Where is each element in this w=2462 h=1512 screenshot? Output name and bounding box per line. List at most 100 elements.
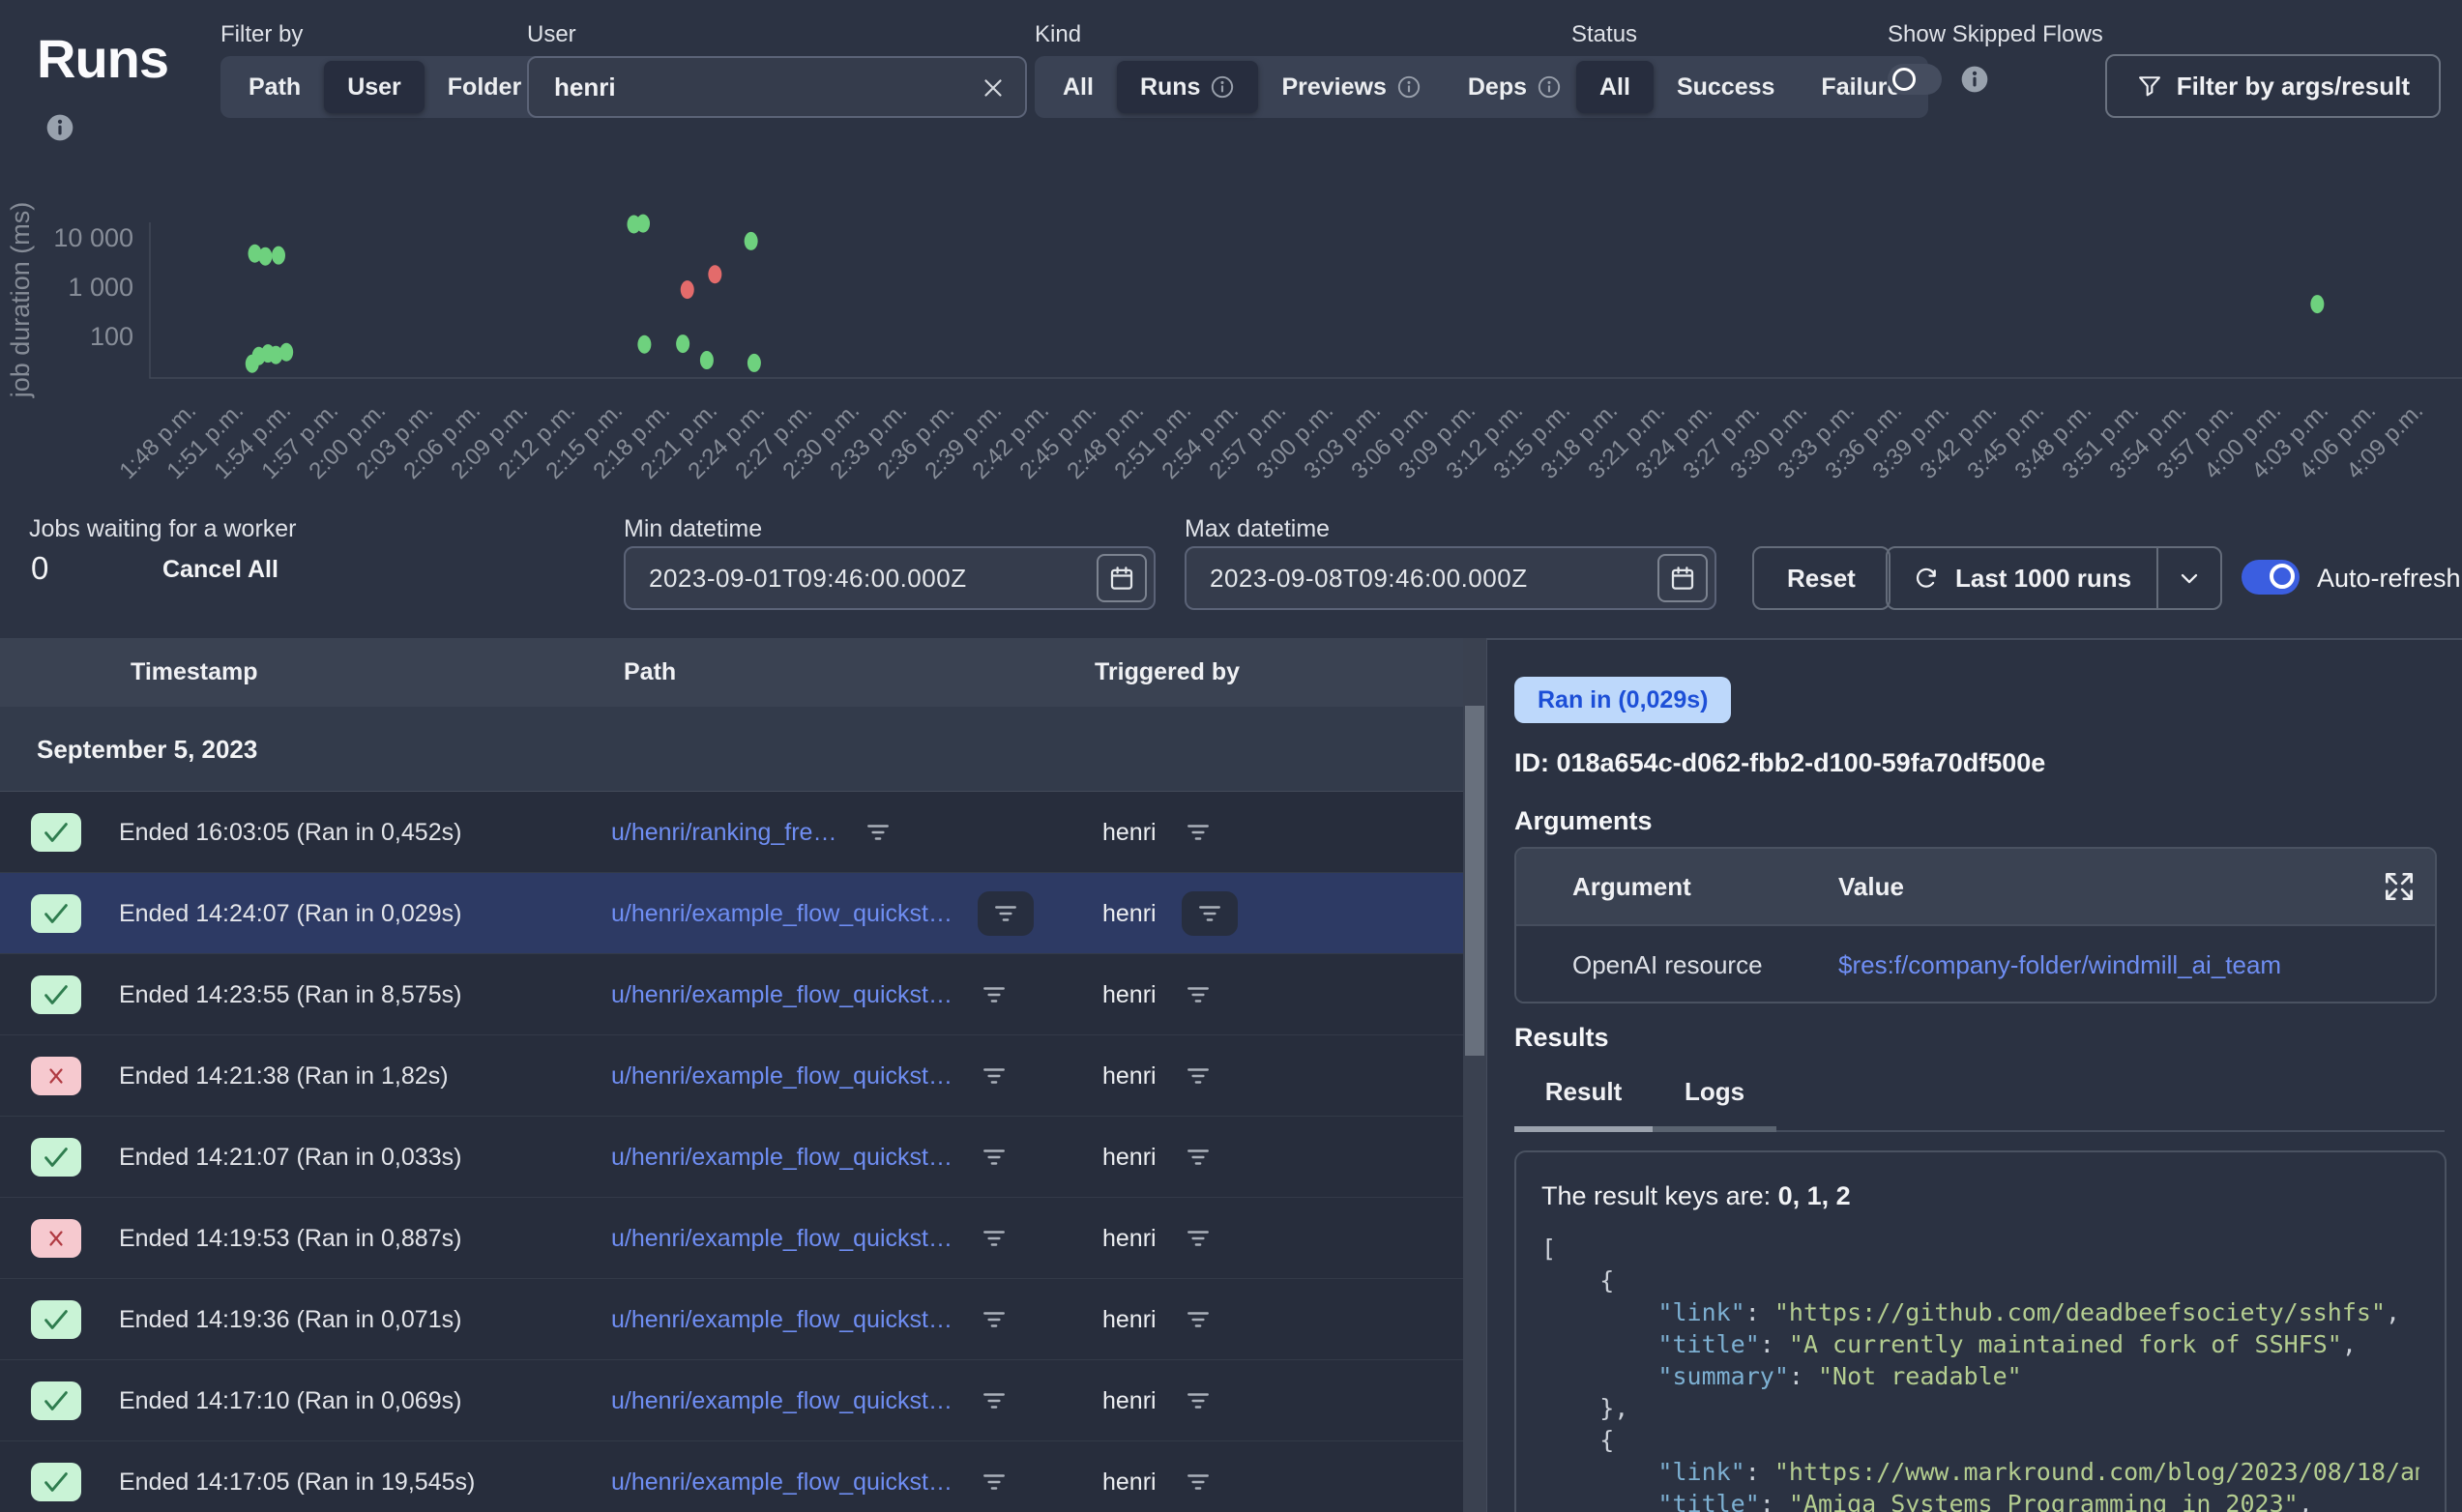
user-label: User xyxy=(527,21,576,48)
filter-by-user-icon[interactable] xyxy=(1182,1224,1215,1253)
calendar-icon[interactable] xyxy=(1097,554,1147,602)
main-area: Timestamp Path Triggered by September 5,… xyxy=(0,638,2462,1512)
table-row[interactable]: Ended 14:21:07 (Ran in 0,033s)u/henri/ex… xyxy=(0,1117,1463,1198)
run-path-link[interactable]: u/henri/example_flow_quickst… xyxy=(611,1225,953,1253)
filter-by-path-icon[interactable] xyxy=(978,1061,1011,1090)
filter-by-path-icon[interactable] xyxy=(978,1386,1011,1415)
tab-result[interactable]: Result xyxy=(1514,1069,1653,1132)
filter-by-path-icon[interactable] xyxy=(978,1305,1011,1334)
kind-deps[interactable]: Deps xyxy=(1445,61,1585,113)
info-icon[interactable] xyxy=(44,112,75,143)
reset-button[interactable]: Reset xyxy=(1752,546,1890,610)
success-icon xyxy=(31,1381,81,1420)
run-path-link[interactable]: u/henri/example_flow_quickst… xyxy=(611,900,953,928)
clear-user-icon[interactable] xyxy=(979,73,1008,102)
kind-all[interactable]: All xyxy=(1040,61,1117,113)
arguments-title: Arguments xyxy=(1514,806,1653,836)
run-path-link[interactable]: u/henri/example_flow_quickst… xyxy=(611,1144,953,1172)
run-id: ID: 018a654c-d062-fbb2-d100-59fa70df500e xyxy=(1514,748,2045,778)
expand-icon[interactable] xyxy=(2381,868,2418,905)
min-datetime-input[interactable]: 2023-09-01T09:46:00.000Z xyxy=(624,546,1156,610)
run-user: henri xyxy=(1102,1144,1157,1172)
controls-row: Jobs waiting for a worker 0 Cancel All M… xyxy=(0,498,2462,638)
success-icon xyxy=(31,813,81,852)
kind-runs[interactable]: Runs xyxy=(1117,61,1259,113)
info-icon[interactable] xyxy=(1396,74,1422,100)
run-timestamp: Ended 14:17:10 (Ran in 0,069s) xyxy=(119,1360,461,1441)
run-user: henri xyxy=(1102,981,1157,1009)
table-row[interactable]: Ended 14:24:07 (Ran in 0,029s)u/henri/ex… xyxy=(0,873,1463,954)
user-filter-value: henri xyxy=(529,73,616,102)
filter-by-path-icon[interactable] xyxy=(978,1468,1011,1497)
filter-by-label: Filter by xyxy=(220,21,303,48)
table-row[interactable]: Ended 14:17:10 (Ran in 0,069s) u/henri/ex… xyxy=(0,1360,1463,1441)
info-icon[interactable] xyxy=(1537,74,1562,100)
status-all[interactable]: All xyxy=(1576,61,1654,113)
run-path-link[interactable]: u/henri/ranking_fre… xyxy=(611,819,836,847)
last-runs-button[interactable]: Last 1000 runs xyxy=(1888,548,2156,608)
failure-point xyxy=(708,265,721,283)
filter-by-path[interactable]: Path xyxy=(225,61,324,113)
kind-previews[interactable]: Previews xyxy=(1258,61,1444,113)
run-path-link[interactable]: u/henri/example_flow_quickst… xyxy=(611,1468,953,1497)
run-path-link[interactable]: u/henri/example_flow_quickst… xyxy=(611,1062,953,1090)
max-datetime-input[interactable]: 2023-09-08T09:46:00.000Z xyxy=(1185,546,1716,610)
table-row[interactable]: Ended 14:23:55 (Ran in 8,575s)u/henri/ex… xyxy=(0,954,1463,1035)
success-point xyxy=(747,354,761,372)
run-path-cell: u/henri/example_flow_quickst… xyxy=(611,1117,1011,1198)
user-filter-input[interactable]: henri xyxy=(527,56,1027,118)
tab-logs[interactable]: Logs xyxy=(1653,1069,1776,1132)
filter-by-path-icon[interactable] xyxy=(978,1143,1011,1172)
filter-by-user-icon[interactable] xyxy=(1182,891,1238,936)
col-timestamp: Timestamp xyxy=(131,638,258,707)
calendar-icon[interactable] xyxy=(1657,554,1708,602)
table-row[interactable]: Ended 14:19:36 (Ran in 0,071s) u/henri/ex… xyxy=(0,1279,1463,1360)
filter-by-path-icon[interactable] xyxy=(978,1224,1011,1253)
success-point xyxy=(637,335,651,354)
results-title: Results xyxy=(1514,1023,1609,1053)
auto-refresh-toggle[interactable] xyxy=(2242,560,2300,595)
filter-by-path-icon[interactable] xyxy=(862,818,894,847)
filter-by-path-icon[interactable] xyxy=(978,980,1011,1009)
table-header: Timestamp Path Triggered by xyxy=(0,638,1463,707)
status-success[interactable]: Success xyxy=(1654,61,1798,113)
success-point xyxy=(700,351,714,369)
cancel-all-button[interactable]: Cancel All xyxy=(162,556,278,584)
filter-by-user-icon[interactable] xyxy=(1182,1143,1215,1172)
chevron-down-icon[interactable] xyxy=(2158,548,2220,608)
run-path-link[interactable]: u/henri/example_flow_quickst… xyxy=(611,981,953,1009)
table-row[interactable]: Ended 14:21:38 (Ran in 1,82s)u/henri/exa… xyxy=(0,1035,1463,1117)
filter-by-user-icon[interactable] xyxy=(1182,980,1215,1009)
filter-by-args-button[interactable]: Filter by args/result xyxy=(2105,54,2441,118)
info-icon[interactable] xyxy=(1210,74,1235,100)
table-row[interactable]: Ended 14:17:05 (Ran in 19,545s) u/henri/e… xyxy=(0,1441,1463,1512)
argument-name: OpenAI resource xyxy=(1572,926,1763,1003)
filter-by-user-icon[interactable] xyxy=(1182,1468,1215,1497)
status-label: Status xyxy=(1571,21,1637,48)
run-path-cell: u/henri/example_flow_quickst… xyxy=(611,873,1034,954)
scrollbar-thumb[interactable] xyxy=(1465,706,1484,1056)
filter-by-user-icon[interactable] xyxy=(1182,1061,1215,1090)
filter-by-user-icon[interactable] xyxy=(1182,1305,1215,1334)
filter-by-user-icon[interactable] xyxy=(1182,818,1215,847)
top-filter-bar: Runs Filter by Path User Folder User hen… xyxy=(0,0,2462,174)
show-skipped-toggle[interactable] xyxy=(1888,64,1942,95)
run-duration-badge: Ran in (0,029s) xyxy=(1514,677,1731,723)
run-path-link[interactable]: u/henri/example_flow_quickst… xyxy=(611,1387,953,1415)
run-path-link[interactable]: u/henri/example_flow_quickst… xyxy=(611,1306,953,1334)
argument-value-link[interactable]: $res:f/company-folder/windmill_ai_team xyxy=(1838,926,2281,1003)
refresh-icon xyxy=(1913,565,1940,592)
run-timestamp: Ended 14:19:36 (Ran in 0,071s) xyxy=(119,1279,461,1360)
run-timestamp: Ended 14:17:05 (Ran in 19,545s) xyxy=(119,1441,475,1512)
info-icon[interactable] xyxy=(1959,64,1990,95)
table-row[interactable]: Ended 14:19:53 (Ran in 0,887s)u/henri/ex… xyxy=(0,1198,1463,1279)
arguments-table: Argument Value OpenAI resource $res:f/co… xyxy=(1514,847,2437,1003)
filter-by-path-icon[interactable] xyxy=(978,891,1034,936)
run-user-cell: henri xyxy=(1102,1198,1215,1279)
table-row[interactable]: Ended 16:03:05 (Ran in 0,452s)u/henri/ra… xyxy=(0,792,1463,873)
arguments-table-header: Argument Value xyxy=(1516,849,2435,924)
filter-by-user[interactable]: User xyxy=(324,61,425,113)
col-triggered-by: Triggered by xyxy=(1095,638,1240,707)
filter-by-user-icon[interactable] xyxy=(1182,1386,1215,1415)
table-rows: Ended 16:03:05 (Ran in 0,452s)u/henri/ra… xyxy=(0,792,1463,1512)
